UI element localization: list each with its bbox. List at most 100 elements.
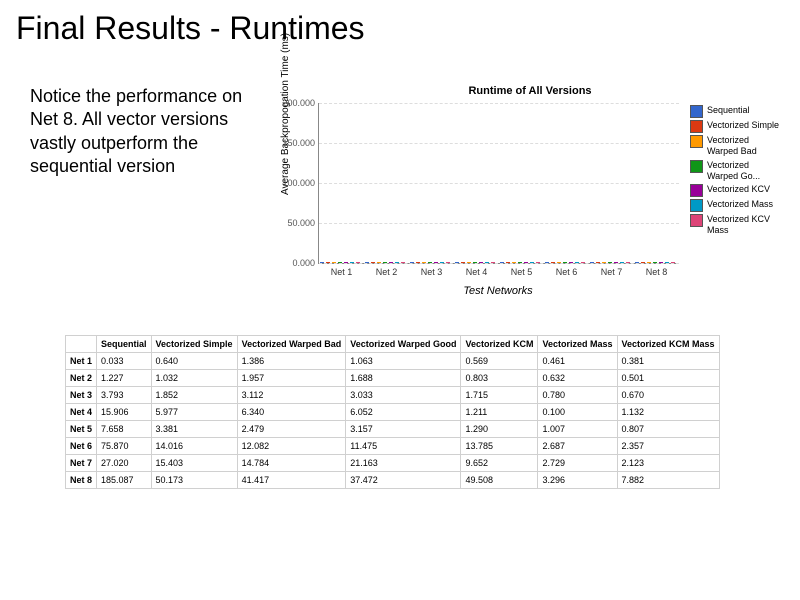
bar — [530, 262, 534, 263]
cell: 1.227 — [97, 370, 152, 387]
bar — [344, 262, 348, 263]
bar — [401, 262, 405, 263]
bar — [653, 262, 657, 263]
cell: 1.007 — [538, 421, 617, 438]
cell: 13.785 — [461, 438, 538, 455]
table-row: Net 8185.08750.17341.41737.47249.5083.29… — [66, 472, 720, 489]
x-tick: Net 2 — [376, 267, 398, 277]
y-tick: 150.000 — [269, 138, 315, 148]
y-tick: 200.000 — [269, 98, 315, 108]
legend-swatch — [690, 184, 703, 197]
cell: 185.087 — [97, 472, 152, 489]
legend-item: Vectorized Warped Bad — [690, 135, 780, 158]
legend-item: Sequential — [690, 105, 780, 118]
y-axis-label: Average Backpropogation Time (ms) — [280, 33, 291, 195]
legend-label: Vectorized Mass — [707, 199, 773, 210]
plot-area: 0.00050.000100.000150.000200.000Net 1Net… — [318, 103, 679, 264]
legend-item: Vectorized KCV — [690, 184, 780, 197]
cell: 1.063 — [346, 353, 461, 370]
runtime-chart: Runtime of All Versions Average Backprop… — [280, 85, 780, 305]
bar — [602, 262, 606, 263]
col-header: Vectorized Mass — [538, 336, 617, 353]
legend-swatch — [690, 120, 703, 133]
bar — [434, 262, 438, 263]
cell: Net 8 — [66, 472, 97, 489]
col-header: Sequential — [97, 336, 152, 353]
cell: 0.640 — [151, 353, 237, 370]
bar-group: Net 5 — [500, 103, 544, 263]
caption-note: Notice the performance on Net 8. All vec… — [30, 85, 250, 179]
cell: 0.803 — [461, 370, 538, 387]
cell: 15.906 — [97, 404, 152, 421]
y-tick: 50.000 — [269, 218, 315, 228]
cell: Net 7 — [66, 455, 97, 472]
cell: 14.016 — [151, 438, 237, 455]
page-title: Final Results - Runtimes — [16, 10, 365, 47]
table-row: Net 727.02015.40314.78421.1639.6522.7292… — [66, 455, 720, 472]
cell: 21.163 — [346, 455, 461, 472]
cell: 75.870 — [97, 438, 152, 455]
bar — [512, 262, 516, 263]
bar — [635, 262, 639, 263]
bar-group: Net 4 — [455, 103, 499, 263]
cell: 2.729 — [538, 455, 617, 472]
bar — [467, 262, 471, 263]
bar — [356, 262, 360, 263]
cell: Net 1 — [66, 353, 97, 370]
bar — [518, 262, 522, 263]
bar-group: Net 3 — [410, 103, 454, 263]
cell: 11.475 — [346, 438, 461, 455]
cell: 1.290 — [461, 421, 538, 438]
cell: 0.501 — [617, 370, 719, 387]
table-row: Net 415.9065.9776.3406.0521.2110.1001.13… — [66, 404, 720, 421]
bar — [383, 262, 387, 263]
cell: 12.082 — [237, 438, 346, 455]
chart-title: Runtime of All Versions — [468, 85, 591, 97]
bar — [461, 262, 465, 263]
bar — [524, 262, 528, 263]
bar — [479, 262, 483, 263]
bar — [536, 262, 540, 263]
col-header: Vectorized Simple — [151, 336, 237, 353]
bar — [371, 262, 375, 263]
cell: 0.670 — [617, 387, 719, 404]
bar — [416, 262, 420, 263]
bar — [473, 262, 477, 263]
cell: 3.157 — [346, 421, 461, 438]
col-header — [66, 336, 97, 353]
cell: 1.957 — [237, 370, 346, 387]
bar — [641, 262, 645, 263]
bar — [377, 262, 381, 263]
bar — [671, 262, 675, 263]
cell: 1.211 — [461, 404, 538, 421]
bar — [491, 262, 495, 263]
legend-label: Sequential — [707, 105, 750, 116]
cell: 41.417 — [237, 472, 346, 489]
runtime-table: SequentialVectorized SimpleVectorized Wa… — [65, 335, 720, 489]
bar — [350, 262, 354, 263]
x-tick: Net 5 — [511, 267, 533, 277]
legend-label: Vectorized Warped Go... — [707, 160, 780, 183]
cell: 2.687 — [538, 438, 617, 455]
cell: Net 2 — [66, 370, 97, 387]
col-header: Vectorized KCM — [461, 336, 538, 353]
bar — [365, 262, 369, 263]
bar-group: Net 1 — [320, 103, 364, 263]
y-tick: 100.000 — [269, 178, 315, 188]
table-row: Net 675.87014.01612.08211.47513.7852.687… — [66, 438, 720, 455]
y-tick: 0.000 — [269, 258, 315, 268]
cell: 3.033 — [346, 387, 461, 404]
cell: 49.508 — [461, 472, 538, 489]
x-tick: Net 6 — [556, 267, 578, 277]
bar — [446, 262, 450, 263]
cell: 2.123 — [617, 455, 719, 472]
bar — [551, 262, 555, 263]
legend-swatch — [690, 214, 703, 227]
bar — [506, 262, 510, 263]
legend-label: Vectorized Warped Bad — [707, 135, 780, 158]
legend-item: Vectorized Mass — [690, 199, 780, 212]
legend-swatch — [690, 199, 703, 212]
cell: 0.033 — [97, 353, 152, 370]
cell: 3.296 — [538, 472, 617, 489]
bar — [395, 262, 399, 263]
